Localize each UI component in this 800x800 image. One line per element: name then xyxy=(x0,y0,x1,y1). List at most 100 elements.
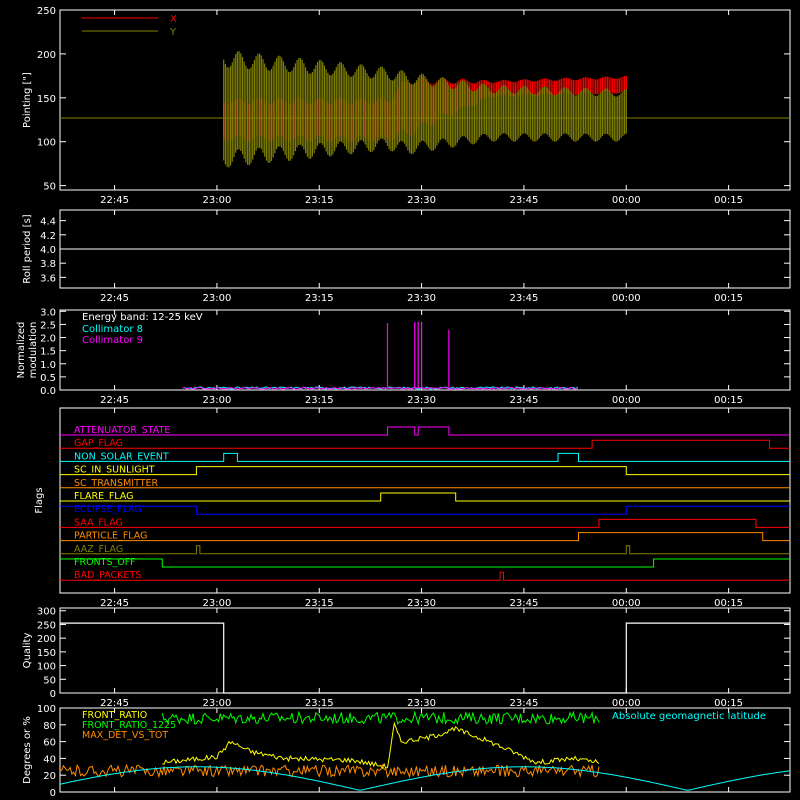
y-tick-label: 100 xyxy=(37,662,56,673)
x-tick-label: 23:30 xyxy=(407,195,436,206)
y-tick-label: 0 xyxy=(50,689,56,700)
flag-trace xyxy=(60,545,790,555)
y-tick-label: 0.0 xyxy=(40,386,56,397)
y-tick-label: 4.4 xyxy=(40,217,56,228)
ratio-series-0 xyxy=(162,721,600,770)
legend-label-collimator: Collimator 8 xyxy=(82,324,143,335)
flag-label: PARTICLE_FLAG xyxy=(74,531,147,542)
y-tick-label: 4.0 xyxy=(40,245,56,256)
y-tick-label: 20 xyxy=(43,771,56,782)
x-tick-label: 23:30 xyxy=(407,395,436,406)
flag-label: FLARE_FLAG xyxy=(74,491,134,502)
series-y-band xyxy=(223,51,627,168)
x-tick-label: 22:45 xyxy=(100,195,129,206)
y-tick-label: 1.0 xyxy=(40,360,56,371)
flag-label: SAA_FLAG xyxy=(74,517,123,528)
y-axis-label: Normalized xyxy=(16,322,27,379)
x-tick-label: 00:00 xyxy=(612,698,641,709)
x-tick-label: 23:45 xyxy=(510,293,539,304)
y-tick-label: 80 xyxy=(43,721,56,732)
x-tick-label: 00:15 xyxy=(714,293,743,304)
flag-trace xyxy=(60,439,790,449)
x-tick-label: 22:45 xyxy=(100,598,129,609)
flag-trace xyxy=(60,532,790,542)
chart-canvas: 22:45 23:00 23:15 23:30 23:45 00:00 00:15 50 100… xyxy=(16,6,791,799)
x-tick-label: 23:45 xyxy=(510,395,539,406)
flag-trace xyxy=(60,558,790,568)
x-tick-label: 23:00 xyxy=(203,195,232,206)
x-tick-label: 23:00 xyxy=(203,698,232,709)
y-axis-label: Pointing ["] xyxy=(22,72,33,128)
legend-label-geomag: Absolute geomagnetic latitude xyxy=(612,711,766,722)
legend-label-ratio: MAX_DET_VS_TOT xyxy=(82,730,168,741)
x-tick-label: 23:15 xyxy=(305,395,334,406)
y-tick-label: 3.6 xyxy=(40,273,56,284)
y-tick-label: 60 xyxy=(43,738,56,749)
y-tick-label: 0 xyxy=(50,788,56,799)
plot-frame xyxy=(59,607,791,694)
flag-label: GAP_FLAG xyxy=(74,438,123,449)
flag-trace xyxy=(60,492,790,502)
flag-label: BAD_PACKETS xyxy=(74,570,141,581)
x-tick-label: 00:15 xyxy=(714,195,743,206)
y-tick-label: 200 xyxy=(37,634,56,645)
flag-trace xyxy=(60,466,790,476)
legend-label-y: Y xyxy=(169,27,177,38)
x-tick-label: 22:45 xyxy=(100,293,129,304)
flag-trace xyxy=(60,571,790,581)
y-tick-label: 2.0 xyxy=(40,334,56,345)
x-tick-label: 00:15 xyxy=(714,598,743,609)
x-tick-label: 23:30 xyxy=(407,293,436,304)
y-axis-label: modulation xyxy=(28,322,39,379)
x-tick-label: 23:15 xyxy=(305,698,334,709)
x-tick-label: 00:00 xyxy=(612,195,641,206)
x-tick-label: 23:30 xyxy=(407,598,436,609)
x-tick-label: 23:15 xyxy=(305,598,334,609)
flag-label: NON_SOLAR_EVENT xyxy=(74,451,169,462)
y-tick-label: 50 xyxy=(43,675,56,686)
y-tick-label: 50 xyxy=(43,182,56,193)
y-tick-label: 3.0 xyxy=(40,307,56,318)
y-tick-label: 4.2 xyxy=(40,231,56,242)
y-tick-label: 100 xyxy=(37,704,56,715)
y-axis-label: Degrees or % xyxy=(22,716,33,784)
x-tick-label: 22:45 xyxy=(100,698,129,709)
legend-label-x: X xyxy=(170,14,177,25)
y-tick-label: 2.5 xyxy=(40,320,56,331)
y-tick-label: 40 xyxy=(43,754,56,765)
y-tick-label: 250 xyxy=(37,6,56,17)
quality-line xyxy=(60,622,790,694)
energy-band-label: Energy band: 12-25 keV xyxy=(82,312,203,323)
y-axis-label: Roll period [s] xyxy=(22,214,33,283)
y-tick-label: 250 xyxy=(37,620,56,631)
flag-label: SC_IN_SUNLIGHT xyxy=(74,465,155,476)
x-tick-label: 00:00 xyxy=(612,395,641,406)
flag-trace xyxy=(60,505,790,515)
x-tick-label: 23:15 xyxy=(305,293,334,304)
y-tick-label: 100 xyxy=(37,138,56,149)
y-axis-label: Quality xyxy=(22,633,33,669)
legend-label-collimator: Collimator 9 xyxy=(82,335,143,346)
x-tick-label: 23:00 xyxy=(203,293,232,304)
x-tick-label: 22:45 xyxy=(100,395,129,406)
y-tick-label: 3.8 xyxy=(40,259,56,270)
flag-label: ATTENUATOR_STATE xyxy=(74,425,170,436)
x-tick-label: 23:45 xyxy=(510,598,539,609)
x-tick-label: 00:15 xyxy=(714,698,743,709)
x-tick-label: 23:30 xyxy=(407,698,436,709)
flag-trace xyxy=(60,518,790,528)
x-tick-label: 00:00 xyxy=(612,598,641,609)
flag-trace xyxy=(60,452,790,462)
y-tick-label: 150 xyxy=(37,648,56,659)
y-tick-label: 1.5 xyxy=(40,347,56,358)
y-tick-label: 0.5 xyxy=(40,373,56,384)
y-axis-label: Flags xyxy=(34,487,45,513)
y-tick-label: 200 xyxy=(37,50,56,61)
flag-label: SC_TRANSMITTER xyxy=(74,478,159,489)
x-tick-label: 23:15 xyxy=(305,195,334,206)
ratio-series-1 xyxy=(161,710,600,726)
flag-label: FRONTS_OFF xyxy=(74,557,136,568)
y-tick-label: 150 xyxy=(37,94,56,105)
flag-label: ECLIPSE_FLAG xyxy=(74,504,142,515)
x-tick-label: 23:45 xyxy=(510,195,539,206)
